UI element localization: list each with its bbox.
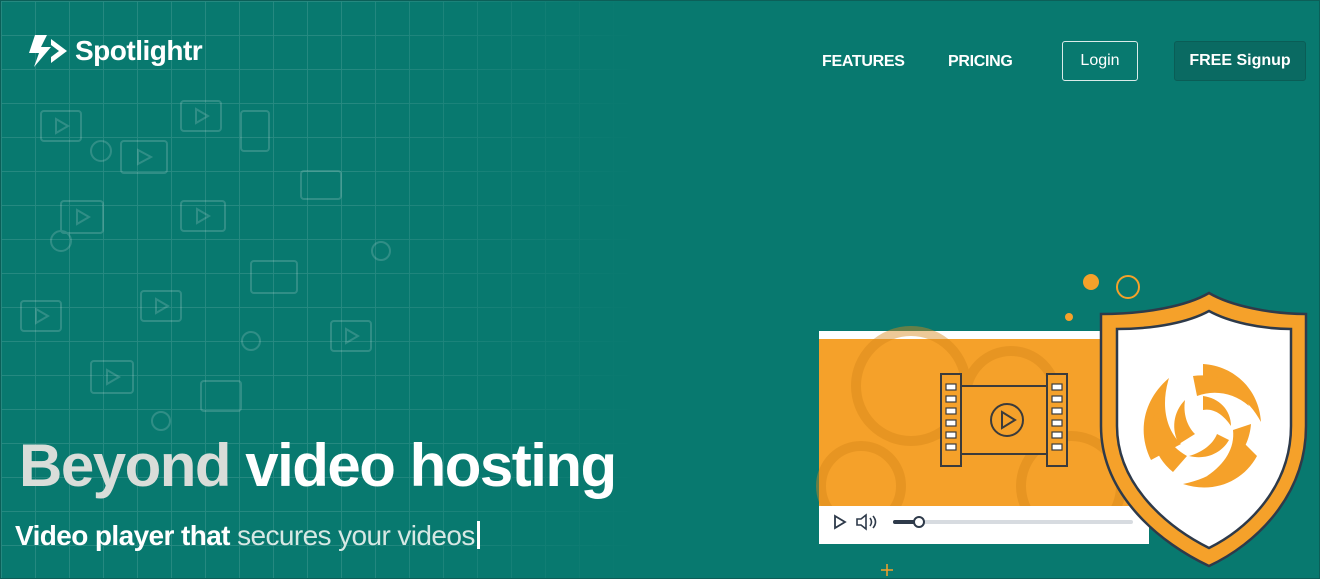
video-security-illustration [816,274,1308,576]
video-player-graphic [816,326,1149,544]
typing-caret [476,521,480,549]
decor-dot-small [1065,313,1073,321]
headline-part-2: video hosting [245,432,617,499]
hero-headline: Beyond video hosting [19,431,617,501]
nav-pricing-link[interactable]: PRICING [948,53,1013,71]
hero-section: Spotlightr FEATURES PRICING Login FREE S… [0,0,1320,579]
login-button[interactable]: Login [1062,41,1138,81]
subline-part-2: secures your videos [237,520,475,551]
subline-part-1: Video player that [15,520,231,551]
decor-plus [881,564,893,576]
nav-features-link[interactable]: FEATURES [822,53,905,71]
headline-part-1: Beyond [19,432,232,499]
decor-ring [1116,275,1140,299]
film-strip-icon [940,373,1068,467]
free-signup-button[interactable]: FREE Signup [1174,41,1306,81]
hero-subline: Video player that secures your videos [15,518,480,554]
top-navigation: FEATURES PRICING Login FREE Signup [1,41,1319,81]
decor-dot [1083,274,1099,290]
progress-knob [913,516,925,528]
